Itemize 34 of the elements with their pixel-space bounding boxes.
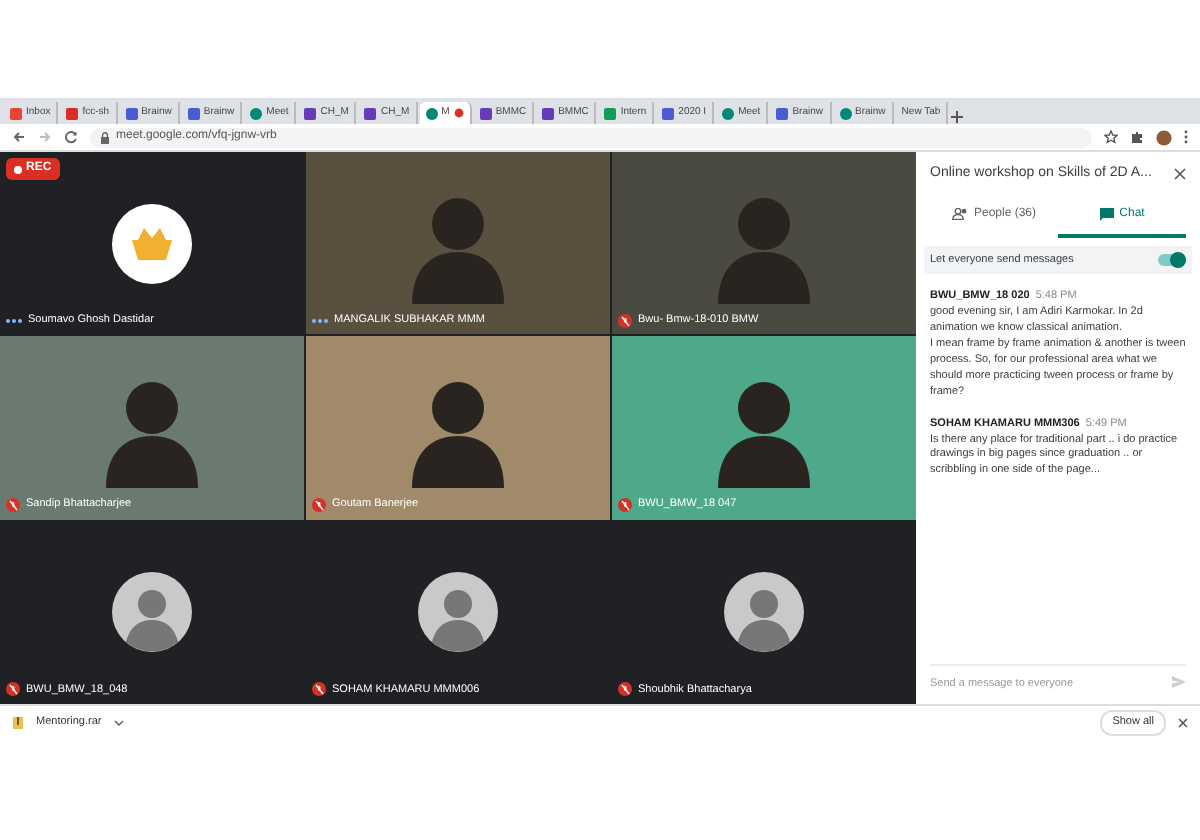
new-tab-icon[interactable] — [950, 110, 965, 124]
puzzle-icon[interactable] — [1130, 130, 1144, 144]
close-icon[interactable] — [1174, 168, 1186, 181]
lock-icon — [100, 131, 110, 143]
avatar-icon[interactable] — [1156, 129, 1172, 145]
close-icon[interactable] — [1178, 718, 1188, 728]
favicon-icon — [662, 107, 675, 119]
logo-icon — [112, 203, 192, 284]
star-icon[interactable] — [1104, 130, 1118, 144]
favicon-icon — [839, 107, 851, 119]
favicon-icon — [722, 107, 735, 119]
favicon-icon — [604, 107, 617, 119]
back-icon[interactable] — [12, 130, 26, 144]
favicon-icon — [250, 107, 263, 119]
favicon-icon — [479, 107, 492, 119]
favicon-icon — [364, 107, 377, 119]
chat-icon — [1099, 207, 1114, 221]
avatar-photo-placeholder — [724, 572, 804, 653]
reload-icon[interactable] — [64, 130, 78, 144]
favicon-icon — [776, 107, 789, 119]
record-dot-icon — [14, 165, 22, 173]
toggle-switch[interactable] — [1158, 253, 1186, 266]
favicon-icon — [10, 107, 22, 119]
favicon-icon — [187, 107, 200, 119]
archive-file-icon — [12, 716, 24, 730]
favicon-icon — [304, 107, 317, 119]
favicon-icon — [66, 107, 79, 119]
favicon-icon — [125, 107, 138, 119]
caret-icon[interactable] — [113, 720, 124, 726]
people-icon — [951, 208, 968, 220]
favicon-icon — [425, 107, 438, 119]
avatar-photo-placeholder — [112, 572, 192, 653]
avatar-photo-placeholder — [418, 572, 498, 653]
favicon-icon — [542, 107, 555, 119]
